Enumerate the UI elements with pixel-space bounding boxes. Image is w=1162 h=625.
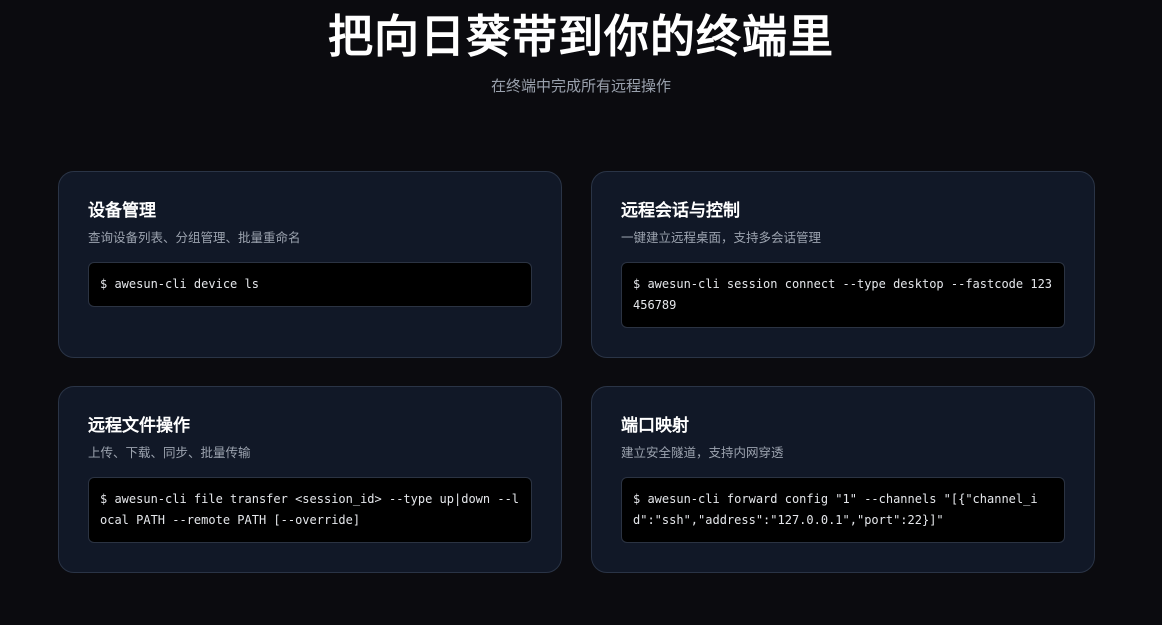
command-snippet[interactable]: $ awesun-cli file transfer <session_id> …	[88, 477, 532, 543]
feature-card-description: 查询设备列表、分组管理、批量重命名	[88, 230, 301, 245]
feature-card-port-forwarding: 端口映射 建立安全隧道，支持内网穿透 $ awesun-cli forward …	[591, 386, 1095, 573]
feature-card-remote-session: 远程会话与控制 一键建立远程桌面，支持多会话管理 $ awesun-cli se…	[591, 171, 1095, 358]
landing-page: 把向日葵带到你的终端里 在终端中完成所有远程操作 设备管理 查询设备列表、分组管…	[0, 0, 1162, 625]
feature-card-description: 上传、下载、同步、批量传输	[88, 445, 251, 460]
feature-card-description: 建立安全隧道，支持内网穿透	[621, 445, 784, 460]
feature-card-remote-file: 远程文件操作 上传、下载、同步、批量传输 $ awesun-cli file t…	[58, 386, 562, 573]
feature-card-device-management: 设备管理 查询设备列表、分组管理、批量重命名 $ awesun-cli devi…	[58, 171, 562, 358]
hero-title: 把向日葵带到你的终端里	[327, 10, 834, 63]
command-snippet[interactable]: $ awesun-cli forward config "1" --channe…	[621, 477, 1065, 543]
feature-card-description: 一键建立远程桌面，支持多会话管理	[621, 230, 822, 245]
feature-card-title: 远程文件操作	[88, 416, 190, 436]
feature-card-title: 端口映射	[621, 416, 689, 436]
feature-card-title: 设备管理	[88, 201, 156, 221]
command-snippet[interactable]: $ awesun-cli session connect --type desk…	[621, 262, 1065, 328]
hero-subtitle: 在终端中完成所有远程操作	[490, 77, 671, 95]
feature-card-title: 远程会话与控制	[621, 201, 740, 221]
command-snippet[interactable]: $ awesun-cli device ls	[88, 262, 532, 307]
